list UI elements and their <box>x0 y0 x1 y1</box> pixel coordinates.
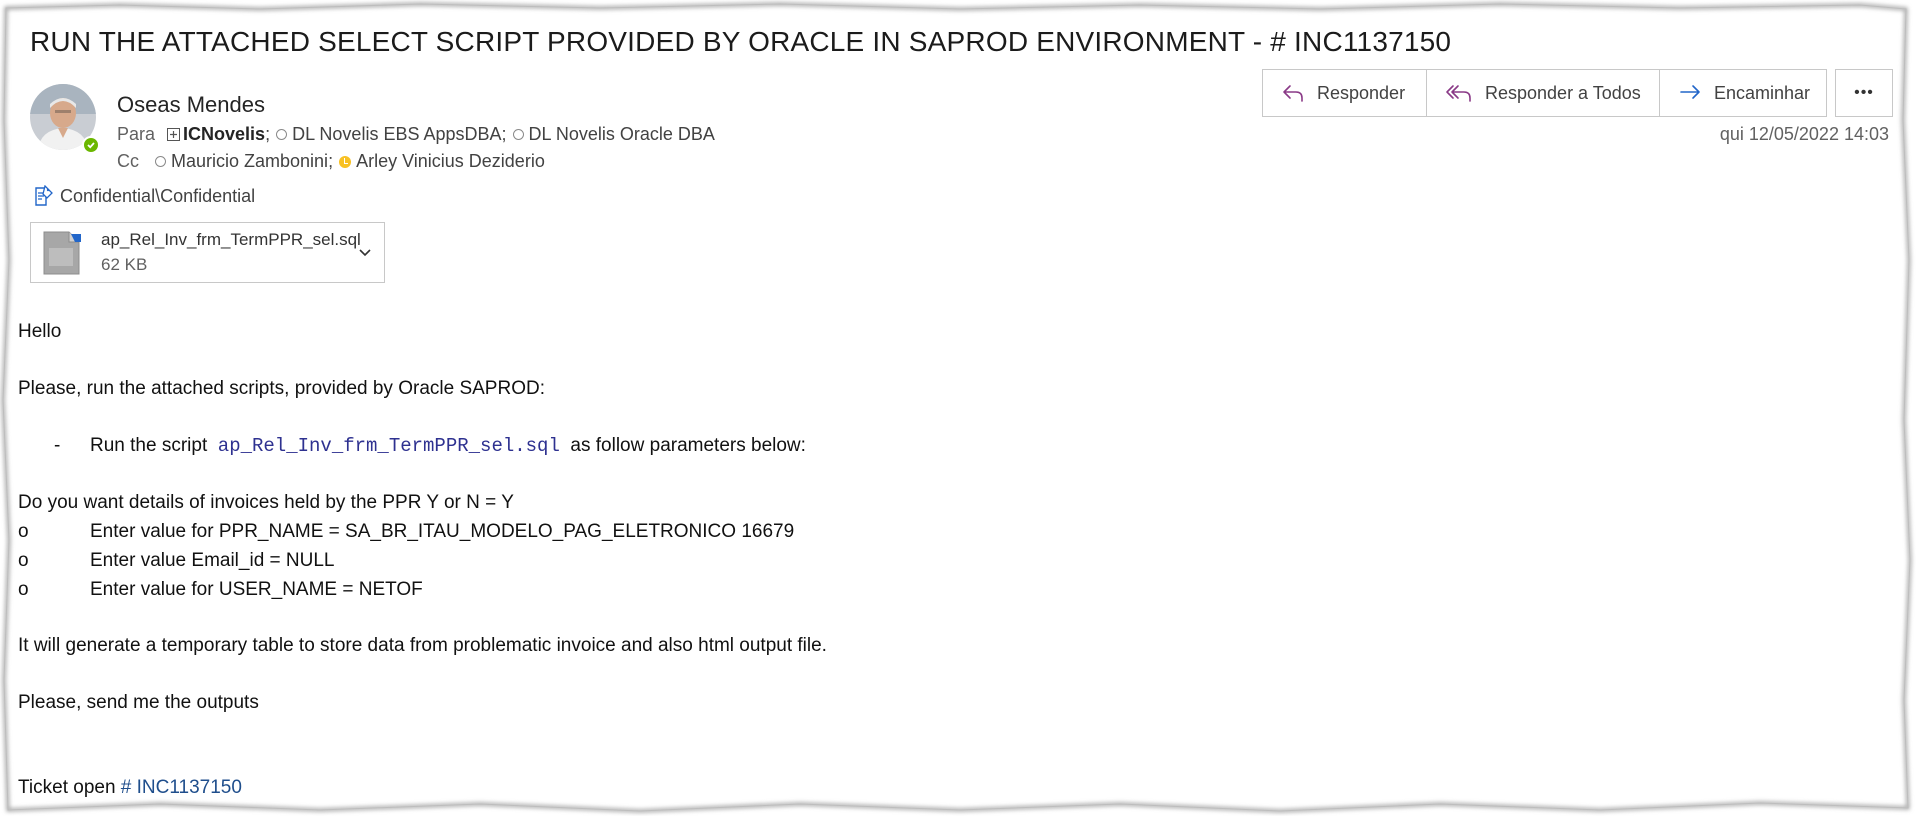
message-actions: Responder Responder a Todos Encaminhar •… <box>1262 69 1893 117</box>
bullet-item: Run the script ap_Rel_Inv_frm_TermPPR_se… <box>90 435 806 457</box>
ticket-line: Ticket open # INC1137150 <box>18 777 242 798</box>
ticket-link[interactable]: # INC1137150 <box>121 777 242 798</box>
chevron-down-icon[interactable] <box>357 245 373 261</box>
request-paragraph: Please, send me the outputs <box>18 692 259 713</box>
expand-group-icon[interactable] <box>167 128 181 141</box>
presence-available-icon <box>82 136 100 154</box>
sent-date: qui 12/05/2022 14:03 <box>1719 124 1889 144</box>
cc-recipients: Cc Mauricio Zambonini ; Arley Vinicius D… <box>117 151 545 172</box>
question-line: Do you want details of invoices held by … <box>18 492 514 513</box>
presence-unknown-icon <box>512 129 524 140</box>
attachment-card[interactable]: ap_Rel_Inv_frm_TermPPR_sel.sql 62 KB <box>30 222 385 283</box>
recipient-mauricio-zambonini[interactable]: Mauricio Zambonini <box>155 151 328 172</box>
to-label: Para <box>117 124 156 144</box>
param-user-name: Enter value for USER_NAME = NETOF <box>90 579 423 600</box>
param-marker: o <box>18 550 29 571</box>
reply-button[interactable]: Responder <box>1262 69 1427 117</box>
reply-all-icon <box>1445 83 1473 103</box>
intro-paragraph: Please, run the attached scripts, provid… <box>18 378 545 399</box>
recipient-dl-oracle-dba[interactable]: DL Novelis Oracle DBA <box>512 124 715 145</box>
forward-icon <box>1678 83 1702 103</box>
param-ppr-name: Enter value for PPR_NAME = SA_BR_ITAU_MO… <box>90 521 795 542</box>
cc-label: Cc <box>117 151 139 171</box>
more-icon: ••• <box>1854 84 1874 101</box>
recipient-arley-vinicius[interactable]: Arley Vinicius Deziderio <box>339 151 545 172</box>
to-recipients: Para ICNovelis ; DL Novelis EBS AppsDBA … <box>117 124 715 145</box>
sensitivity-icon <box>34 185 54 207</box>
attachment-name: ap_Rel_Inv_frm_TermPPR_sel.sql <box>101 230 361 249</box>
sender-name[interactable]: Oseas Mendes <box>117 92 265 118</box>
more-actions-button[interactable]: ••• <box>1835 69 1893 117</box>
reply-all-button[interactable]: Responder a Todos <box>1426 69 1660 117</box>
presence-unknown-icon <box>155 156 166 167</box>
bullet-marker: - <box>54 435 61 456</box>
attachment-size: 62 KB <box>101 255 148 274</box>
email-subject: RUN THE ATTACHED SELECT SCRIPT PROVIDED … <box>30 26 1452 57</box>
script-name: ap_Rel_Inv_frm_TermPPR_sel.sql <box>217 435 560 457</box>
recipient-group-icnovelis[interactable]: ICNovelis <box>167 124 265 145</box>
generate-paragraph: It will generate a temporary table to st… <box>18 635 827 656</box>
forward-button[interactable]: Encaminhar <box>1659 69 1827 117</box>
presence-away-icon <box>339 155 352 168</box>
greeting: Hello <box>18 321 62 342</box>
param-email-id: Enter value Email_id = NULL <box>90 550 335 571</box>
param-marker: o <box>18 521 29 542</box>
reply-icon <box>1281 83 1305 103</box>
param-marker: o <box>18 579 29 600</box>
sensitivity-label[interactable]: Confidential\Confidential <box>34 185 255 207</box>
presence-unknown-icon <box>276 129 288 140</box>
sql-file-icon <box>43 231 81 275</box>
recipient-dl-ebs-appsdba[interactable]: DL Novelis EBS AppsDBA <box>276 124 502 145</box>
